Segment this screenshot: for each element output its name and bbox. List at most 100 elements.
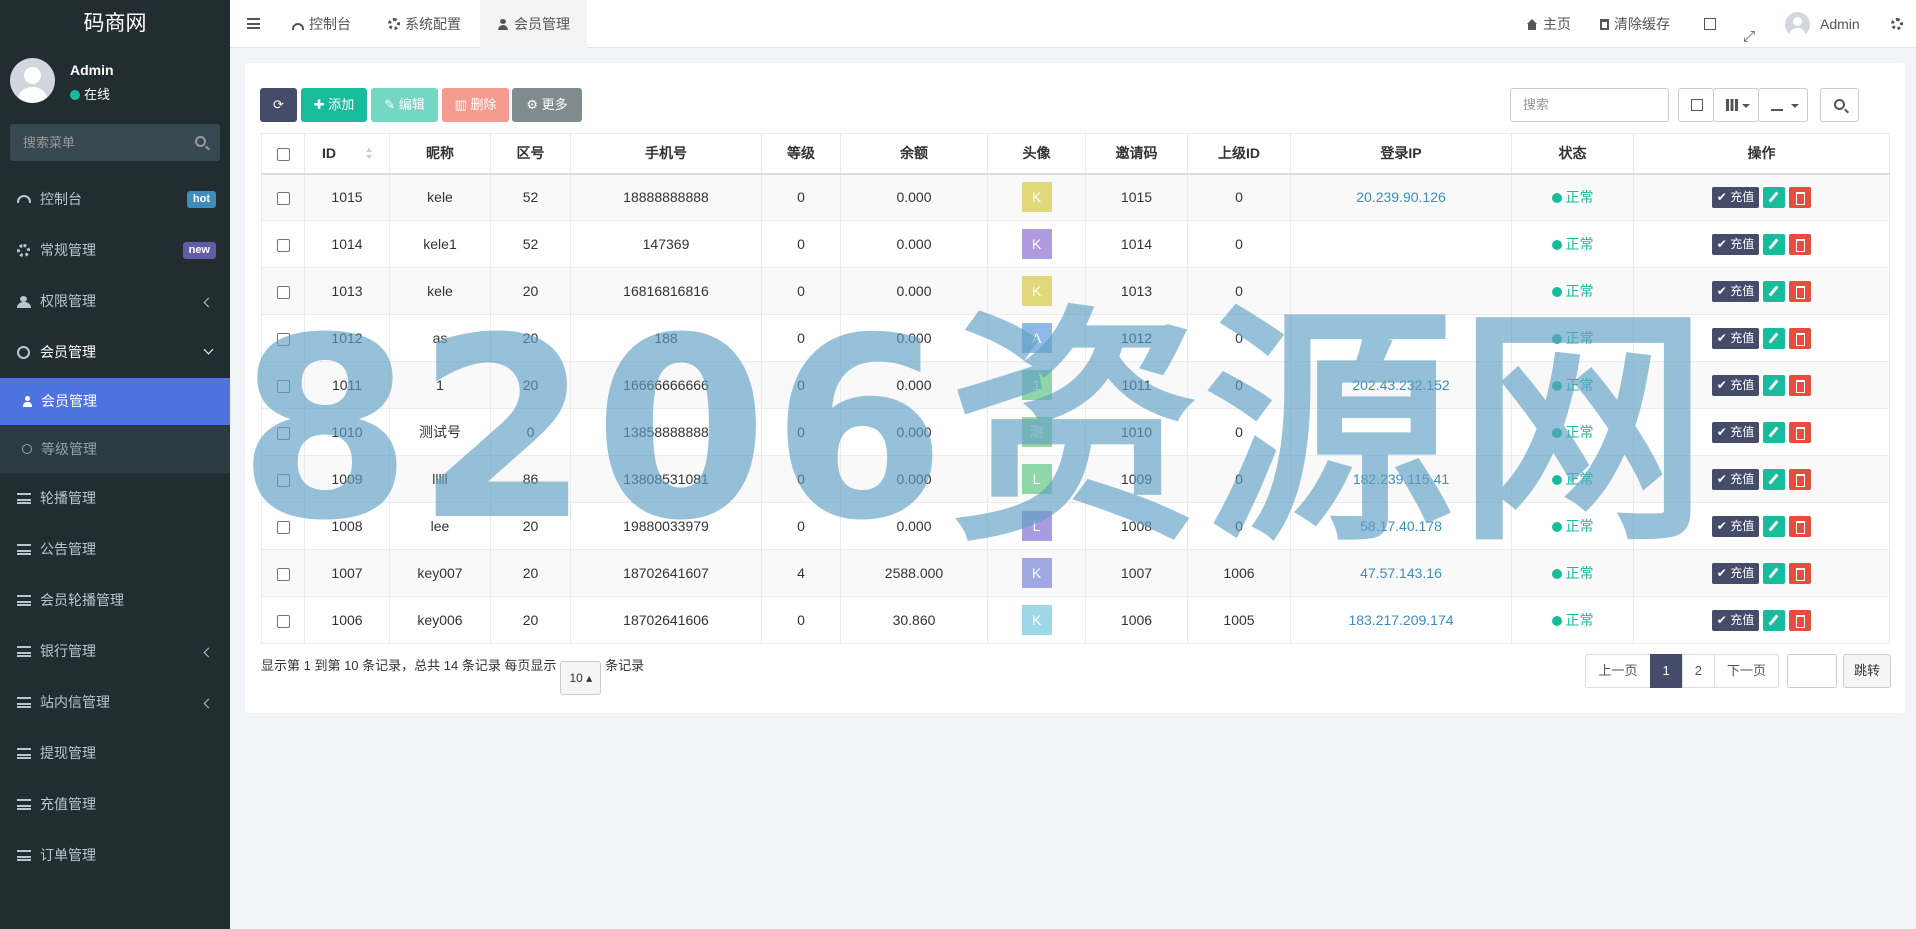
tab-system-config[interactable]: 系统配置	[388, 0, 461, 48]
status-badge[interactable]: 正常	[1566, 283, 1594, 299]
select-all-checkbox[interactable]	[276, 148, 290, 162]
avatar[interactable]: K	[1021, 558, 1052, 588]
sidebar-item-dashboard[interactable]: 控制台 hot	[0, 174, 230, 225]
next-page-button[interactable]: 下一页	[1713, 654, 1779, 688]
ip-link[interactable]: 58.17.40.178	[1360, 518, 1442, 534]
recharge-button[interactable]: ✔ 充值	[1711, 468, 1760, 490]
refresh-button[interactable]: ⟳	[260, 88, 297, 122]
sidebar-item-general[interactable]: 常规管理 new	[0, 225, 230, 276]
table-row[interactable]: 1013 kele 20 16816816816 0 0.000 K 1013 …	[261, 267, 1890, 315]
clear-cache-button[interactable]: 清除缓存	[1600, 0, 1670, 48]
row-checkbox[interactable]	[276, 473, 290, 487]
sort-icon[interactable]	[366, 148, 372, 160]
row-checkbox[interactable]	[276, 614, 290, 628]
menu-toggle-icon[interactable]	[247, 18, 260, 29]
status-badge[interactable]: 正常	[1566, 565, 1594, 581]
language-button[interactable]	[1704, 0, 1721, 48]
add-button[interactable]: ✚ 添加	[301, 88, 367, 122]
status-badge[interactable]: 正常	[1566, 518, 1594, 534]
row-delete-button[interactable]	[1789, 609, 1812, 631]
row-delete-button[interactable]	[1789, 280, 1812, 302]
select-all-cell[interactable]	[261, 133, 305, 175]
table-row[interactable]: 1009 lllll 86 13808531081 0 0.000 L 1009…	[261, 455, 1890, 503]
page-size-select[interactable]: 10 ▴	[560, 661, 602, 695]
row-edit-button[interactable]	[1763, 562, 1786, 584]
row-delete-button[interactable]	[1789, 374, 1812, 396]
recharge-button[interactable]: ✔ 充值	[1711, 327, 1760, 349]
avatar[interactable]: A	[1021, 323, 1052, 353]
toggle-view-button[interactable]	[1678, 88, 1714, 122]
sidebar-item-bank[interactable]: 银行管理	[0, 626, 230, 677]
avatar[interactable]: K	[1021, 182, 1052, 213]
search-icon[interactable]	[195, 136, 206, 147]
sidebar-item-members[interactable]: 会员管理	[0, 327, 230, 378]
row-delete-button[interactable]	[1789, 233, 1812, 255]
row-edit-button[interactable]	[1763, 421, 1786, 443]
status-badge[interactable]: 正常	[1566, 236, 1594, 252]
avatar[interactable]: L	[1021, 511, 1052, 541]
sidebar-item-messages[interactable]: 站内信管理	[0, 677, 230, 728]
row-select-cell[interactable]	[261, 455, 305, 503]
columns-button[interactable]	[1713, 88, 1759, 122]
table-row[interactable]: 1010 测试号 0 13858888888 0 0.000 测 1010 0 …	[261, 408, 1890, 456]
sidebar-item-notice[interactable]: 公告管理	[0, 524, 230, 575]
ip-link[interactable]: 47.57.143.16	[1360, 565, 1442, 581]
edit-button[interactable]: ✎ 编辑	[371, 88, 438, 122]
row-delete-button[interactable]	[1789, 421, 1812, 443]
home-link[interactable]: 主页	[1526, 0, 1571, 48]
row-edit-button[interactable]	[1763, 280, 1786, 302]
row-edit-button[interactable]	[1763, 233, 1786, 255]
row-checkbox[interactable]	[276, 238, 290, 252]
row-edit-button[interactable]	[1763, 327, 1786, 349]
avatar[interactable]: K	[1021, 605, 1052, 635]
recharge-button[interactable]: ✔ 充值	[1711, 186, 1760, 208]
recharge-button[interactable]: ✔ 充值	[1711, 562, 1760, 584]
avatar[interactable]: L	[1021, 464, 1052, 494]
status-badge[interactable]: 正常	[1566, 612, 1594, 628]
recharge-button[interactable]: ✔ 充值	[1711, 280, 1760, 302]
page-jump-input[interactable]	[1786, 654, 1837, 688]
row-select-cell[interactable]	[261, 408, 305, 456]
avatar[interactable]: K	[1021, 276, 1052, 306]
table-row[interactable]: 1015 kele 52 18888888888 0 0.000 K 1015 …	[261, 173, 1890, 221]
row-select-cell[interactable]	[261, 549, 305, 597]
table-row[interactable]: 1014 kele1 52 147369 0 0.000 K 1014 0 正常…	[261, 220, 1890, 268]
row-edit-button[interactable]	[1763, 374, 1786, 396]
admin-menu[interactable]: Admin	[1785, 0, 1860, 48]
row-delete-button[interactable]	[1789, 468, 1812, 490]
row-select-cell[interactable]	[261, 267, 305, 315]
sidebar-search-input[interactable]: 搜索菜单	[10, 124, 220, 161]
avatar[interactable]: K	[1021, 229, 1052, 259]
export-button[interactable]	[1758, 88, 1808, 122]
app-logo[interactable]: 码商网	[0, 0, 230, 48]
row-checkbox[interactable]	[276, 332, 290, 346]
ip-link[interactable]: 182.239.115.41	[1353, 471, 1449, 487]
ip-link[interactable]: 183.217.209.174	[1348, 612, 1453, 628]
table-row[interactable]: 1012 as 20 188 0 0.000 A 1012 0 正常 ✔ 充值	[261, 314, 1890, 362]
page-2-button[interactable]: 2	[1681, 654, 1715, 688]
row-checkbox[interactable]	[276, 520, 290, 534]
row-select-cell[interactable]	[261, 596, 305, 644]
tab-member-manage[interactable]: 会员管理	[480, 0, 587, 48]
table-row[interactable]: 1008 lee 20 19880033979 0 0.000 L 1008 0…	[261, 502, 1890, 550]
row-edit-button[interactable]	[1763, 186, 1786, 208]
recharge-button[interactable]: ✔ 充值	[1711, 421, 1760, 443]
status-badge[interactable]: 正常	[1566, 330, 1594, 346]
row-delete-button[interactable]	[1789, 327, 1812, 349]
table-row[interactable]: 1007 key007 20 18702641607 4 2588.000 K …	[261, 549, 1890, 597]
sidebar-item-withdraw[interactable]: 提现管理	[0, 728, 230, 779]
sidebar-item-carousel[interactable]: 轮播管理	[0, 473, 230, 524]
search-button[interactable]	[1820, 88, 1859, 122]
status-badge[interactable]: 正常	[1566, 377, 1594, 393]
table-row[interactable]: 1006 key006 20 18702641606 0 30.860 K 10…	[261, 596, 1890, 644]
sidebar-item-orders[interactable]: 订单管理	[0, 830, 230, 881]
row-checkbox[interactable]	[276, 192, 290, 206]
row-select-cell[interactable]	[261, 361, 305, 409]
avatar[interactable]: 测	[1021, 417, 1052, 447]
status-badge[interactable]: 正常	[1566, 424, 1594, 440]
col-id[interactable]: ID	[304, 133, 390, 175]
row-checkbox[interactable]	[276, 567, 290, 581]
settings-button[interactable]	[1891, 0, 1908, 48]
submenu-item-level-manage[interactable]: 等级管理	[0, 425, 230, 473]
prev-page-button[interactable]: 上一页	[1585, 654, 1651, 688]
